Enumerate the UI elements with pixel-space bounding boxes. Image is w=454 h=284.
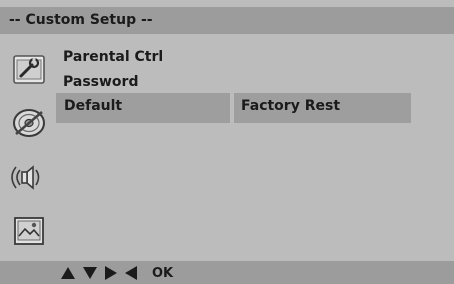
navigation-hint: OK [60, 264, 173, 282]
menu-item-parental-ctrl[interactable]: Parental Ctrl [63, 49, 163, 66]
picture-icon[interactable] [10, 212, 48, 250]
down-arrow-icon [83, 267, 97, 279]
settings-icon[interactable] [10, 50, 48, 88]
up-arrow-icon [61, 267, 75, 279]
page-title: -- Custom Setup -- [9, 12, 153, 28]
ok-label: OK [152, 265, 174, 281]
default-label: Default [64, 98, 123, 114]
footer-bar: OK [0, 261, 454, 284]
header-bar: -- Custom Setup -- [0, 7, 454, 34]
right-arrow-icon [105, 266, 117, 280]
disc-icon[interactable] [10, 104, 48, 142]
factory-reset-option[interactable]: Factory Rest [234, 93, 411, 123]
speaker-icon[interactable] [10, 158, 48, 196]
menu-item-password[interactable]: Password [63, 74, 138, 91]
left-arrow-icon [125, 266, 137, 280]
menu-item-default[interactable]: Default [56, 93, 230, 123]
factory-reset-label: Factory Rest [241, 98, 341, 114]
